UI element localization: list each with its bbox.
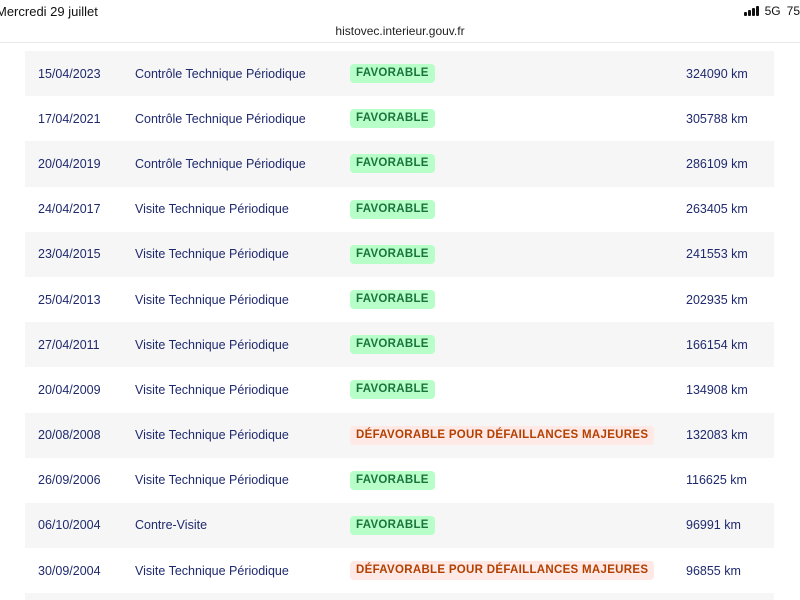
table-row: 30/09/2004 Visite Technique Périodique DÉF… xyxy=(25,548,774,593)
mileage: 116625 km xyxy=(686,473,747,488)
url-text: histovec.interieur.gouv.fr xyxy=(335,24,465,38)
result-badge: DÉFAVORABLE POUR DÉFAILLANCES MAJEURES xyxy=(350,425,655,445)
result-badge: FAVORABLE xyxy=(350,290,435,310)
inspection-result-cell: FAVORABLE xyxy=(350,470,435,490)
inspection-type: Visite Technique Périodique xyxy=(135,473,289,488)
result-badge: FAVORABLE xyxy=(350,199,435,219)
inspection-type: Contrôle Technique Périodique xyxy=(135,111,306,126)
inspection-date: 06/10/2004 xyxy=(38,518,101,533)
status-indicators: 5G 75 xyxy=(743,4,800,18)
inspection-date: 17/04/2021 xyxy=(38,111,101,126)
inspection-type: Contrôle Technique Périodique xyxy=(135,66,306,81)
inspection-date: 20/04/2019 xyxy=(38,156,101,171)
result-badge: FAVORABLE xyxy=(350,244,435,264)
mileage: 324090 km xyxy=(686,66,748,81)
inspection-type: Contrôle Technique Périodique xyxy=(135,156,306,171)
battery-level: 75 xyxy=(786,4,800,18)
status-date: Mercredi 29 juillet xyxy=(0,4,98,19)
result-badge: FAVORABLE xyxy=(350,109,435,129)
inspection-result-cell: FAVORABLE xyxy=(350,154,435,174)
result-badge: FAVORABLE xyxy=(350,470,435,490)
inspection-result-cell: DÉFAVORABLE POUR DÉFAILLANCES MAJEURES xyxy=(350,425,655,445)
mileage: 286109 km xyxy=(686,156,748,171)
cellular-signal-icon xyxy=(743,6,759,16)
inspection-result-cell: FAVORABLE xyxy=(350,515,435,535)
result-badge: FAVORABLE xyxy=(350,380,435,400)
table-row: 20/04/2009 Visite Technique Périodique FAV… xyxy=(25,367,774,412)
inspection-date: 24/04/2017 xyxy=(38,202,101,217)
table-row: 25/04/2013 Visite Technique Périodique FAV… xyxy=(25,277,774,322)
table-row: 15/04/2023 Contrôle Technique Périodique F… xyxy=(25,51,774,97)
table-row: 26/09/2006 Visite Technique Périodique FAV… xyxy=(25,458,774,503)
inspection-type: Visite Technique Périodique xyxy=(135,337,289,352)
inspection-result-cell: FAVORABLE xyxy=(350,290,435,310)
table-row: 06/10/2004 Contre-Visite FAVORABLE 96991 km xyxy=(25,502,774,549)
table-row: 20/04/2019 Contrôle Technique Périodique F… xyxy=(25,141,774,187)
table-row: 23/04/2015 Visite Technique Périodique FAV… xyxy=(25,231,774,277)
table-row: 17/04/2021 Contrôle Technique Périodique F… xyxy=(25,96,774,141)
inspection-type: Visite Technique Périodique xyxy=(135,247,289,262)
address-bar[interactable]: histovec.interieur.gouv.fr xyxy=(0,24,800,38)
status-bar: Mercredi 29 juillet 5G 75 xyxy=(0,0,800,22)
table-row: 24/04/2017 Visite Technique Périodique FAV… xyxy=(25,187,774,232)
inspection-date: 25/04/2013 xyxy=(38,292,101,307)
network-type: 5G xyxy=(764,4,781,18)
result-badge: FAVORABLE xyxy=(350,64,435,84)
inspection-date: 27/04/2011 xyxy=(38,337,100,352)
result-badge: FAVORABLE xyxy=(350,335,435,355)
inspection-result-cell: FAVORABLE xyxy=(350,380,435,400)
mileage: 132083 km xyxy=(686,428,748,443)
mileage: 241553 km xyxy=(686,247,748,262)
inspection-result-cell: FAVORABLE xyxy=(350,109,435,129)
inspection-type: Visite Technique Périodique xyxy=(135,428,289,443)
next-row-partial xyxy=(25,593,774,600)
mileage: 202935 km xyxy=(686,292,748,307)
inspection-type: Visite Technique Périodique xyxy=(135,202,289,217)
inspection-result-cell: FAVORABLE xyxy=(350,244,435,264)
inspection-type: Visite Technique Périodique xyxy=(135,563,289,578)
table-row: 27/04/2011 Visite Technique Périodique FAV… xyxy=(25,322,774,368)
table-row: 20/08/2008 Visite Technique Périodique DÉF… xyxy=(25,412,774,458)
inspection-type: Visite Technique Périodique xyxy=(135,382,289,397)
result-badge: FAVORABLE xyxy=(350,515,435,535)
inspection-date: 20/04/2009 xyxy=(38,382,101,397)
inspection-type: Visite Technique Périodique xyxy=(135,292,289,307)
inspection-date: 26/09/2006 xyxy=(38,473,101,488)
mileage: 96991 km xyxy=(686,518,741,533)
inspection-result-cell: FAVORABLE xyxy=(350,199,435,219)
mileage: 96855 km xyxy=(686,563,741,578)
inspection-type: Contre-Visite xyxy=(135,518,208,533)
inspection-date: 30/09/2004 xyxy=(38,563,101,578)
mileage: 263405 km xyxy=(686,202,748,217)
result-badge: DÉFAVORABLE POUR DÉFAILLANCES MAJEURES xyxy=(350,561,655,581)
inspection-result-cell: FAVORABLE xyxy=(350,335,435,355)
header-divider xyxy=(0,42,800,43)
mileage: 134908 km xyxy=(686,382,748,397)
inspection-date: 23/04/2015 xyxy=(38,247,101,262)
mileage: 305788 km xyxy=(686,111,748,126)
inspection-result-cell: DÉFAVORABLE POUR DÉFAILLANCES MAJEURES xyxy=(350,561,655,581)
mileage: 166154 km xyxy=(686,337,748,352)
inspection-date: 15/04/2023 xyxy=(38,66,101,81)
inspection-date: 20/08/2008 xyxy=(38,428,101,443)
technical-inspection-table: 15/04/2023 Contrôle Technique Périodique F… xyxy=(25,51,774,600)
inspection-result-cell: FAVORABLE xyxy=(350,64,435,84)
result-badge: FAVORABLE xyxy=(350,154,435,174)
